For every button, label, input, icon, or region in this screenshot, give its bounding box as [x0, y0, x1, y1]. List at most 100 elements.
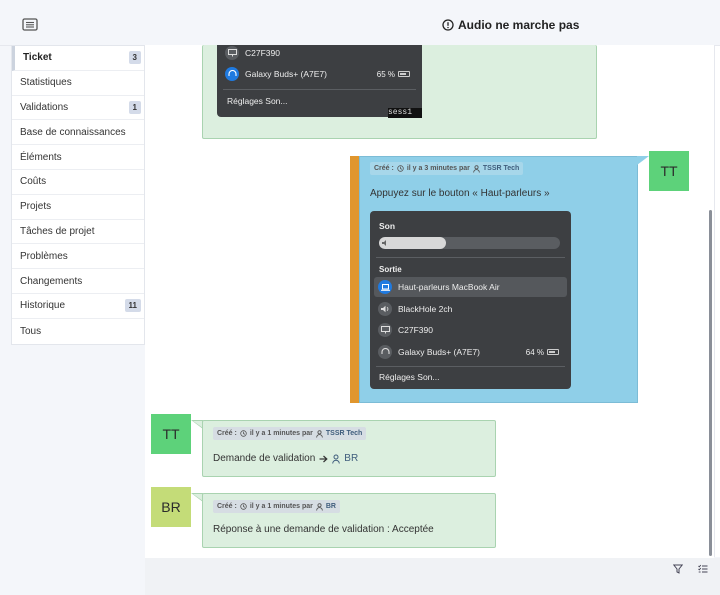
- bubble-pointer: [637, 156, 649, 165]
- sound-panel-image[interactable]: Son Sortie Haut-parleurs MacBook Air Bla…: [370, 211, 571, 389]
- sidebar-item-label: Changements: [20, 275, 83, 287]
- count-badge: 3: [128, 51, 141, 65]
- sidebar-item-validations[interactable]: Validations 1: [12, 96, 144, 121]
- sidebar-item-label: Éléments: [20, 151, 62, 163]
- ticket-tabs: Ticket 3 Statistiques Validations 1 Base de c…: [11, 45, 145, 345]
- sidebar-item-label: Projets: [20, 201, 52, 213]
- ticket-title: Audio ne marche pas: [442, 18, 579, 32]
- filter-icon[interactable]: [673, 564, 683, 574]
- validation-answer-text: Réponse à une demande de validation : Ac…: [213, 524, 434, 535]
- followup-text: Appuyez sur le bouton « Haut-parleurs »: [370, 188, 550, 199]
- meta-author[interactable]: TSSR Tech: [483, 165, 519, 172]
- sound-panel-image-top: C27F390 Galaxy Buds+ (A7E7) 65 % Réglage…: [217, 45, 422, 117]
- sidebar-item-label: Statistiques: [20, 77, 72, 89]
- sidebar-item-label: Tâches de projet: [20, 225, 95, 237]
- sidebar-item-couts[interactable]: Coûts: [12, 170, 144, 195]
- monitor-icon: [378, 323, 392, 337]
- arrow-right-icon: [319, 455, 328, 462]
- battery-level: 64 %: [525, 347, 544, 357]
- meta-author[interactable]: BR: [326, 503, 336, 510]
- validation-request-meta: Créé : il y a 1 minutes par TSSR Tech: [213, 427, 367, 440]
- sound-settings-link: Réglages Son...: [379, 372, 440, 382]
- avatar: TT: [649, 151, 689, 191]
- sidebar-item-label: Validations: [20, 101, 69, 113]
- user-icon: [332, 454, 341, 464]
- laptop-icon: [378, 280, 392, 294]
- page-title: Audio ne marche pas: [458, 18, 580, 32]
- volume-slider: [379, 237, 560, 249]
- divider: [223, 89, 416, 90]
- validation-request-label: Demande de validation: [213, 453, 316, 464]
- meta-author[interactable]: TSSR Tech: [326, 430, 362, 437]
- speaker-icon: [378, 302, 392, 316]
- headphones-icon: [378, 345, 392, 359]
- avatar: BR: [151, 487, 191, 527]
- volume-icon: [382, 240, 386, 246]
- clock-icon: [240, 503, 247, 510]
- output-row: Galaxy Buds+ (A7E7) 64 %: [374, 342, 567, 362]
- output-label: BlackHole 2ch: [398, 304, 453, 314]
- sidebar-toggle-icon[interactable]: [22, 18, 38, 31]
- exclamation-circle-icon: [442, 19, 454, 31]
- sound-settings-link: Réglages Son...: [227, 96, 288, 106]
- count-badge: 1: [128, 100, 141, 114]
- sidebar-item-base-de-connaissances[interactable]: Base de connaissances: [12, 120, 144, 146]
- scrollbar-thumb[interactable]: [709, 210, 712, 556]
- sidebar-item-statistiques[interactable]: Statistiques: [12, 71, 144, 96]
- sidebar-item-historique[interactable]: Historique 11: [12, 294, 144, 319]
- sidebar-item-label: Base de connaissances: [20, 126, 126, 138]
- output-row: Galaxy Buds+ (A7E7) 65 %: [221, 64, 418, 84]
- output-row: C27F390: [221, 45, 418, 63]
- list-settings-icon[interactable]: [698, 564, 708, 574]
- meta-time: il y a 1 minutes par: [249, 430, 313, 437]
- meta-prefix: Créé :: [374, 165, 394, 172]
- count-badge: 11: [124, 299, 141, 313]
- sidebar-item-elements[interactable]: Éléments: [12, 145, 144, 170]
- output-label: C27F390: [245, 48, 280, 58]
- output-label: Galaxy Buds+ (A7E7): [398, 347, 480, 357]
- sidebar-item-label: Ticket: [23, 52, 52, 64]
- output-label: C27F390: [398, 325, 433, 335]
- sidebar-item-problemes[interactable]: Problèmes: [12, 244, 144, 270]
- user-icon: [473, 164, 480, 173]
- user-icon: [316, 502, 323, 511]
- divider: [376, 257, 565, 258]
- meta-time: il y a 1 minutes par: [249, 503, 313, 510]
- validation-answer-meta: Créé : il y a 1 minutes par BR: [213, 500, 340, 513]
- battery-icon: [398, 71, 410, 77]
- sidebar-item-label: Historique: [20, 300, 66, 312]
- output-label: Haut-parleurs MacBook Air: [398, 282, 500, 292]
- volume-level: [379, 237, 446, 249]
- sidebar-item-ticket[interactable]: Ticket 3: [12, 46, 144, 71]
- battery-level: 65 %: [376, 69, 395, 79]
- battery-icon: [547, 349, 559, 355]
- sidebar-item-label: Coûts: [20, 176, 47, 188]
- sidebar-item-tous[interactable]: Tous: [12, 319, 144, 344]
- meta-time: il y a 3 minutes par: [406, 165, 470, 172]
- validator-name[interactable]: BR: [344, 453, 358, 464]
- avatar: TT: [151, 414, 191, 454]
- right-panel-edge: [714, 46, 720, 557]
- sidebar-item-changements[interactable]: Changements: [12, 269, 144, 294]
- monitor-icon: [225, 46, 239, 60]
- output-label: Galaxy Buds+ (A7E7): [245, 69, 327, 79]
- battery-indicator: 64 %: [526, 348, 559, 357]
- followup-meta: Créé : il y a 3 minutes par TSSR Tech: [370, 162, 524, 175]
- top-bar: Audio ne marche pas: [0, 0, 720, 46]
- followup-accent-bar: [350, 156, 359, 403]
- cut-off-text: sess1: [388, 108, 422, 118]
- sidebar-item-projets[interactable]: Projets: [12, 195, 144, 220]
- sidebar-item-taches-de-projet[interactable]: Tâches de projet: [12, 220, 144, 245]
- clock-icon: [240, 430, 247, 437]
- validation-request-text: Demande de validation BR: [213, 453, 358, 464]
- meta-prefix: Créé :: [217, 503, 237, 510]
- clock-icon: [397, 165, 404, 172]
- output-row: C27F390: [374, 320, 567, 340]
- output-row-selected: Haut-parleurs MacBook Air: [374, 277, 567, 297]
- output-heading: Sortie: [379, 265, 402, 274]
- battery-indicator: 65 %: [377, 70, 410, 79]
- meta-prefix: Créé :: [217, 430, 237, 437]
- output-row: BlackHole 2ch: [374, 299, 567, 319]
- timeline-footer: [145, 558, 720, 595]
- headphones-icon: [225, 67, 239, 81]
